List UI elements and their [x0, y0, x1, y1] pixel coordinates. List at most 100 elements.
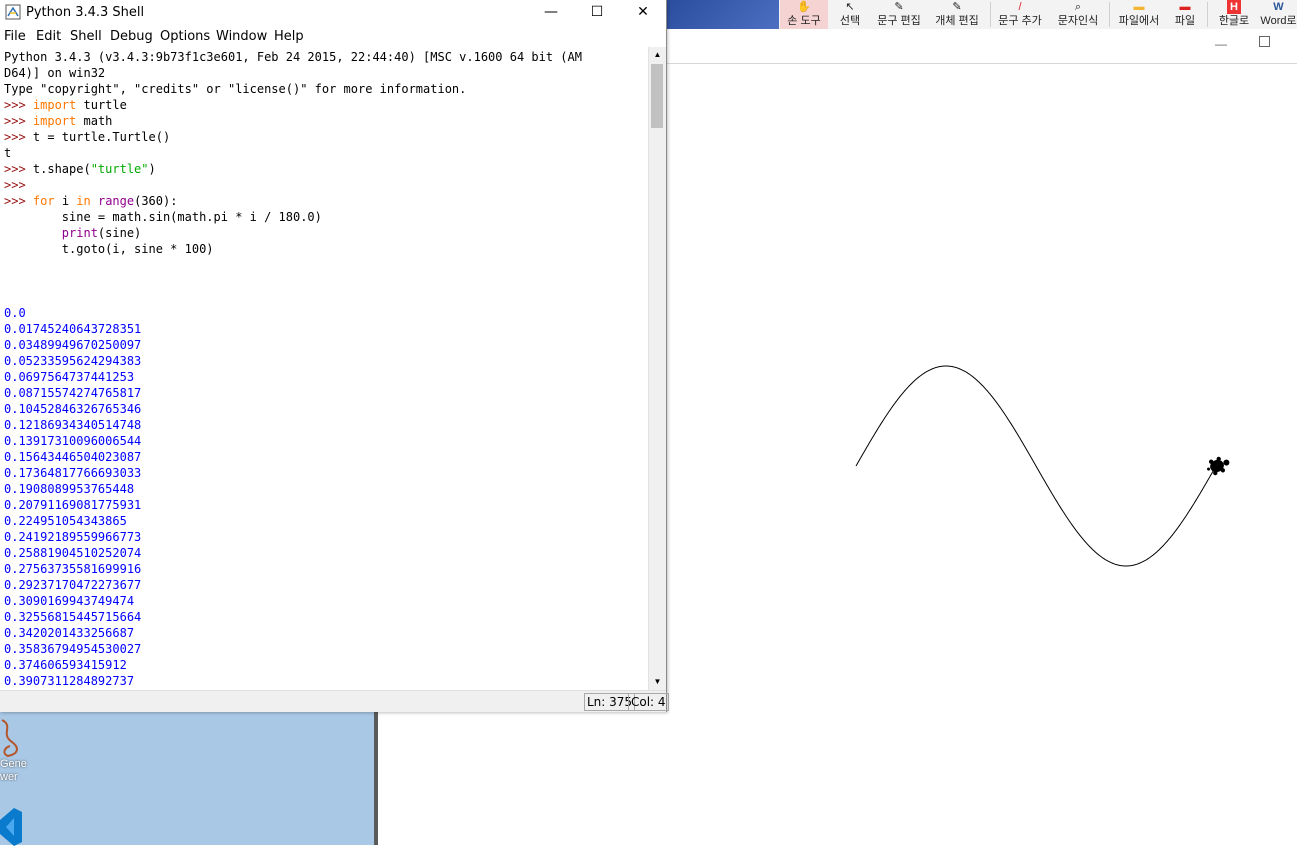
- shell-line: 0.0: [4, 305, 582, 321]
- ocr-icon: ⌕: [1074, 1, 1082, 13]
- shell-line: 0.3420201433256687: [4, 625, 582, 641]
- to-hwp-button[interactable]: H 한글로: [1214, 0, 1254, 29]
- scroll-down-arrow-icon[interactable]: ▼: [649, 674, 666, 690]
- edit-text-button[interactable]: ✎ 문구 편집: [872, 0, 926, 29]
- desktop: Gene wer: [0, 708, 376, 846]
- vscode-icon[interactable]: [0, 806, 24, 846]
- edit-object-button[interactable]: ✎ 개체 편집: [929, 0, 985, 29]
- file-button[interactable]: ▬ 파일: [1169, 0, 1201, 29]
- menu-file[interactable]: File: [4, 29, 26, 44]
- menu-debug[interactable]: Debug: [110, 29, 153, 44]
- shell-token: >>>: [4, 114, 33, 128]
- shell-line: t: [4, 145, 582, 161]
- shell-token: 0.05233595624294383: [4, 354, 142, 368]
- window-title: Python 3.4.3 Shell: [26, 5, 145, 20]
- shell-line: >>>: [4, 177, 582, 193]
- turtle-canvas: [855, 365, 1230, 567]
- shell-line: 0.03489949670250097: [4, 337, 582, 353]
- shell-token: 0.03489949670250097: [4, 338, 142, 352]
- shell-token: >>>: [4, 130, 33, 144]
- hand-tool-button[interactable]: ✋ 손 도구: [780, 0, 828, 29]
- menu-bar: File Edit Shell Debug Options Window Hel…: [0, 25, 666, 47]
- shell-line: 0.32556815445715664: [4, 609, 582, 625]
- maximize-button[interactable]: ☐: [574, 0, 620, 25]
- toolbar-separator: [1109, 2, 1110, 27]
- shell-token: Python 3.4.3 (v3.4.3:9b73f1c3e601, Feb 2…: [4, 50, 582, 64]
- turtle-maximize-button[interactable]: [1259, 36, 1270, 47]
- shell-text-area[interactable]: Python 3.4.3 (v3.4.3:9b73f1c3e601, Feb 2…: [0, 47, 648, 690]
- shell-token: ): [148, 162, 156, 176]
- shell-line: 0.01745240643728351: [4, 321, 582, 337]
- shell-token: 0.3090169943749474: [4, 594, 135, 608]
- turtle-window-titlebar: —: [666, 29, 1297, 64]
- shell-line: 0.224951054343865: [4, 513, 582, 529]
- ocr-button[interactable]: ⌕ 문자인식: [1052, 0, 1104, 29]
- shell-token: [4, 226, 62, 240]
- to-word-button[interactable]: W Word로: [1260, 0, 1297, 29]
- shell-token: 0.25881904510252074: [4, 546, 142, 560]
- pointer-icon: ↖: [845, 1, 855, 13]
- select-tool-button[interactable]: ↖ 선택: [830, 0, 870, 29]
- menu-window[interactable]: Window: [216, 29, 267, 44]
- shell-line: 0.15643446504023087: [4, 449, 582, 465]
- shell-token: 0.32556815445715664: [4, 610, 142, 624]
- turtle-minimize-button[interactable]: —: [1215, 37, 1227, 51]
- shell-line: 0.29237170472273677: [4, 577, 582, 593]
- shell-token: import: [32, 114, 77, 128]
- shell-line: 0.13917310096006544: [4, 433, 582, 449]
- window-edge: [374, 708, 378, 845]
- vertical-scrollbar[interactable]: ▲ ▼: [648, 47, 666, 690]
- scroll-up-arrow-icon[interactable]: ▲: [649, 47, 666, 63]
- close-button[interactable]: ✕: [620, 0, 666, 25]
- shell-token: t.goto(i, sine * 100): [4, 242, 214, 256]
- shell-token: import: [32, 98, 77, 112]
- shell-token: 0.12186934340514748: [4, 418, 142, 432]
- add-text-button[interactable]: / 문구 추가: [994, 0, 1046, 29]
- shell-line: >>> t = turtle.Turtle(): [4, 129, 582, 145]
- shell-token: t.shape(: [32, 162, 91, 176]
- shell-token: 0.27563735581699916: [4, 562, 142, 576]
- shell-line: 0.25881904510252074: [4, 545, 582, 561]
- shell-token: "turtle": [90, 162, 149, 176]
- shell-token: print: [61, 226, 98, 240]
- menu-options[interactable]: Options: [160, 29, 210, 44]
- menu-help[interactable]: Help: [274, 29, 304, 44]
- shell-token: 0.1908089953765448: [4, 482, 135, 496]
- menu-shell[interactable]: Shell: [70, 29, 102, 44]
- shell-token: t: [4, 146, 12, 160]
- shell-line: 0.27563735581699916: [4, 561, 582, 577]
- shell-token: 0.15643446504023087: [4, 450, 142, 464]
- turtle-icon: [1207, 456, 1230, 476]
- shell-token: range: [97, 194, 135, 208]
- column-indicator: Col: 4: [628, 693, 669, 711]
- shell-line: Type "copyright", "credits" or "license(…: [4, 81, 582, 97]
- shell-line: D64)] on win32: [4, 65, 582, 81]
- shell-token: 0.24192189559966773: [4, 530, 142, 544]
- shell-line: 0.3907311284892737: [4, 673, 582, 689]
- shell-token: [91, 194, 98, 208]
- shell-token: >>>: [4, 178, 33, 192]
- minimize-button[interactable]: —: [528, 0, 574, 25]
- shell-line: 0.12186934340514748: [4, 417, 582, 433]
- from-file-button[interactable]: ▬ 파일에서: [1113, 0, 1165, 29]
- shell-token: 0.13917310096006544: [4, 434, 142, 448]
- shell-token: math: [76, 114, 113, 128]
- shell-token: 0.01745240643728351: [4, 322, 142, 336]
- shell-token: 0.374606593415912: [4, 658, 127, 672]
- shell-token: D64)] on win32: [4, 66, 106, 80]
- edit-text-icon: ✎: [894, 1, 904, 13]
- shell-line: >>> import math: [4, 113, 582, 129]
- shell-line: 0.10452846326765346: [4, 401, 582, 417]
- desktop-icon-label: Gene wer: [0, 758, 27, 783]
- word-file-icon: W: [1273, 1, 1284, 13]
- shell-token: 0.10452846326765346: [4, 402, 142, 416]
- shell-line: 0.1908089953765448: [4, 481, 582, 497]
- genome-viewer-icon[interactable]: [0, 718, 22, 758]
- shell-token: i: [54, 194, 77, 208]
- scrollbar-thumb[interactable]: [651, 64, 663, 128]
- shell-token: 0.29237170472273677: [4, 578, 142, 592]
- menu-edit[interactable]: Edit: [36, 29, 61, 44]
- add-text-icon: /: [1018, 1, 1022, 13]
- shell-output: Python 3.4.3 (v3.4.3:9b73f1c3e601, Feb 2…: [4, 49, 582, 690]
